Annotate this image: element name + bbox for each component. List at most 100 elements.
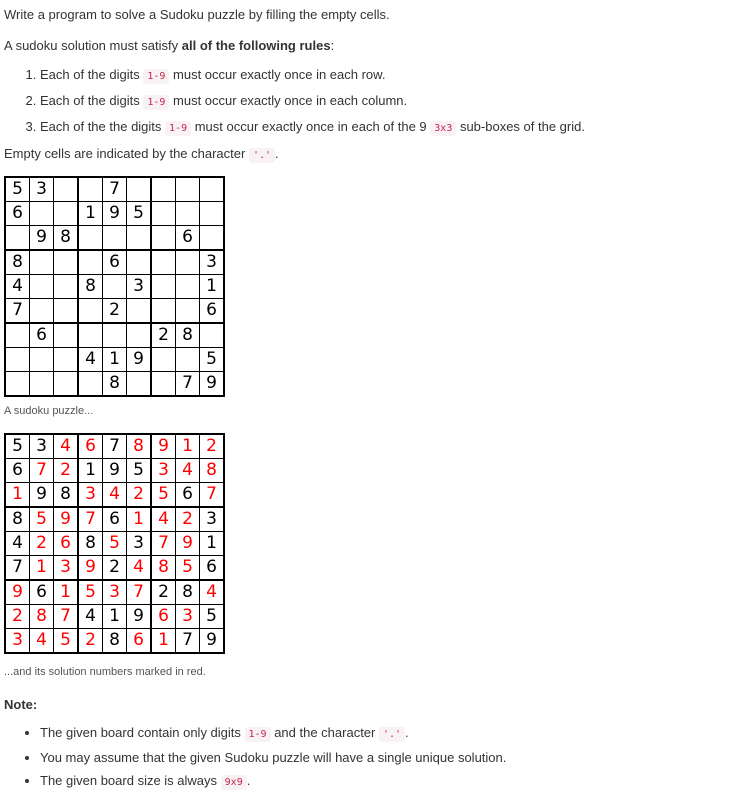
grid-cell: 6 [77, 433, 103, 459]
inline-code: 1-9 [143, 95, 170, 110]
grid-cell: 9 [175, 531, 200, 556]
grid-cell: 2 [150, 322, 176, 348]
grid-cell: 7 [102, 176, 127, 202]
grid-cell: 4 [175, 458, 200, 483]
note-text: The given board contain only digits [40, 725, 245, 740]
grid-cell: 8 [77, 274, 103, 299]
grid-cell: 1 [29, 555, 54, 581]
grid-row: 672195348 [4, 458, 225, 483]
grid-cell: 8 [150, 555, 176, 581]
grid-cell: 5 [102, 531, 127, 556]
grid-cell: 8 [102, 371, 127, 397]
grid-cell: 5 [150, 482, 176, 508]
grid-cell: 2 [150, 579, 176, 605]
grid-cell: 1 [199, 274, 225, 299]
rule-text: must occur exactly once in each of the 9 [191, 119, 431, 134]
rule-text: must occur exactly once in each column. [169, 93, 408, 108]
grid-row: 4 83 1 [4, 274, 225, 299]
grid-cell: 2 [175, 506, 200, 532]
grid-cell: 6 [4, 201, 30, 226]
grid-cell: 8 [175, 322, 200, 348]
grid-row: 8 6 3 [4, 249, 225, 275]
grid-cell: 2 [29, 531, 54, 556]
grid-cell: 8 [4, 249, 30, 275]
grid-cell: 1 [102, 347, 127, 372]
note-text: You may assume that the given Sudoku puz… [40, 750, 507, 765]
inline-code: '.' [378, 727, 406, 742]
grid-cell: 4 [77, 604, 103, 629]
grid-row: 7 2 6 [4, 298, 225, 324]
grid-row: 98 6 [4, 225, 225, 251]
grid-cell [126, 322, 152, 348]
grid-cell [102, 322, 127, 348]
grid-cell [53, 176, 79, 202]
grid-cell: 6 [126, 628, 152, 654]
rule-text: Each of the the digits [40, 119, 166, 134]
grid-cell: 7 [199, 482, 225, 508]
grid-cell: 3 [175, 604, 200, 629]
rule-text: must occur exactly once in each row. [169, 67, 386, 82]
grid-row: 426853791 [4, 531, 225, 556]
grid-cell: 2 [199, 433, 225, 459]
grid-cell: 9 [29, 482, 54, 508]
note-text: . [246, 773, 251, 788]
grid-cell [29, 371, 54, 397]
grid-cell: 7 [175, 371, 200, 397]
grid-cell: 2 [102, 298, 127, 324]
grid-cell: 5 [4, 433, 30, 459]
grid-cell: 3 [29, 176, 54, 202]
grid-cell: 1 [175, 433, 200, 459]
grid-cell: 9 [126, 347, 152, 372]
grid-cell [53, 347, 79, 372]
grid-cell [4, 322, 30, 348]
grid-cell: 8 [102, 628, 127, 654]
grid-cell: 1 [199, 531, 225, 556]
grid-cell [199, 176, 225, 202]
grid-row: 859761423 [4, 506, 225, 532]
grid-cell: 4 [77, 347, 103, 372]
grid-cell: 8 [4, 506, 30, 532]
grid-cell: 3 [199, 249, 225, 275]
grid-cell: 9 [77, 555, 103, 581]
grid-cell: 1 [126, 506, 152, 532]
grid-cell: 7 [77, 506, 103, 532]
grid-cell: 7 [175, 628, 200, 654]
grid-cell [77, 298, 103, 324]
grid-cell [29, 274, 54, 299]
grid-cell: 9 [53, 506, 79, 532]
grid-cell [29, 298, 54, 324]
grid-row: 6 28 [4, 322, 225, 348]
grid-cell: 4 [150, 506, 176, 532]
grid-cell [150, 371, 176, 397]
inline-code: 1-9 [143, 69, 170, 84]
notes-list: The given board contain only digits 1-9 … [0, 724, 506, 797]
grid-cell: 6 [150, 604, 176, 629]
grid-cell: 4 [29, 628, 54, 654]
grid-cell: 4 [199, 579, 225, 605]
grid-cell: 5 [53, 628, 79, 654]
sudoku-puzzle-grid: 537619598686348317266284195879 [4, 176, 225, 397]
grid-cell [199, 322, 225, 348]
grid-cell: 1 [77, 201, 103, 226]
grid-cell: 6 [102, 249, 127, 275]
inline-code: 1-9 [165, 121, 192, 136]
grid-cell: 6 [175, 482, 200, 508]
grid-row: 713924856 [4, 555, 225, 581]
grid-row: 345286179 [4, 628, 225, 654]
grid-cell [4, 371, 30, 397]
rules-intro-before: A sudoku solution must satisfy [4, 38, 182, 53]
grid-cell: 3 [199, 506, 225, 532]
grid-cell [150, 225, 176, 251]
inline-code: 3x3 [430, 121, 457, 136]
grid-cell [150, 274, 176, 299]
grid-row: 419 5 [4, 347, 225, 372]
grid-cell: 8 [29, 604, 54, 629]
grid-cell: 1 [53, 579, 79, 605]
grid-row: 53 7 [4, 176, 225, 202]
grid-cell: 5 [126, 201, 152, 226]
grid-cell: 9 [102, 201, 127, 226]
grid-cell: 6 [53, 531, 79, 556]
grid-cell: 5 [126, 458, 152, 483]
grid-cell: 3 [29, 433, 54, 459]
note-text: The given board size is always [40, 773, 221, 788]
